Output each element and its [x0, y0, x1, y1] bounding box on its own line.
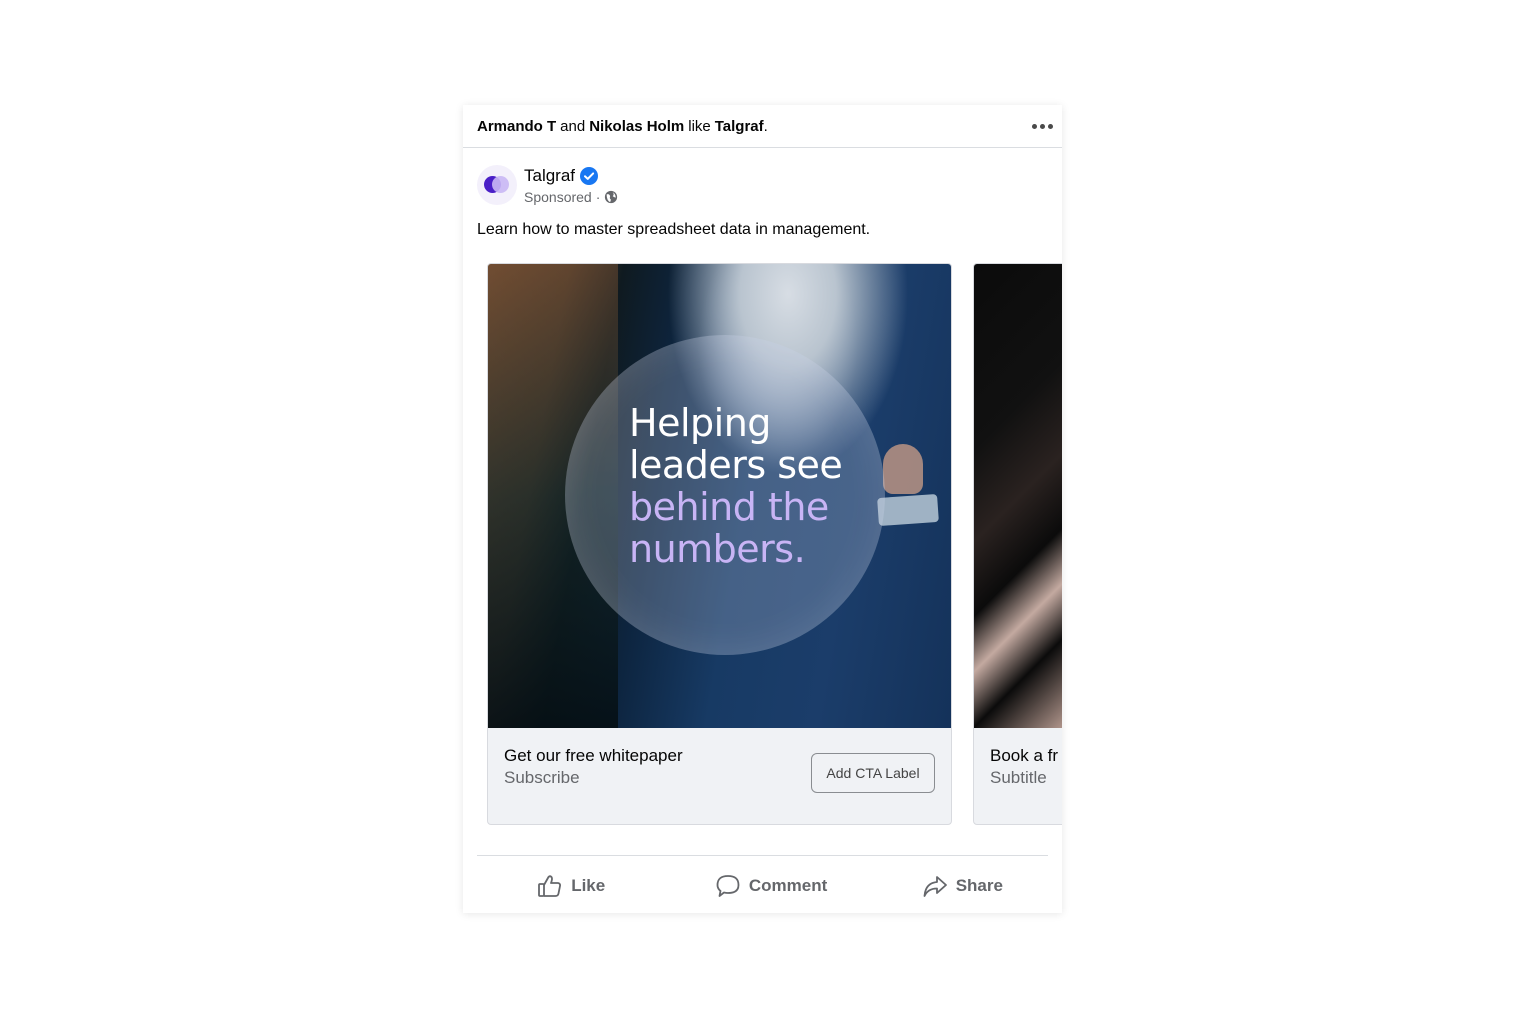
card-image[interactable]	[974, 264, 1062, 728]
more-dot-icon	[1031, 123, 1037, 129]
more-dot-icon	[1047, 123, 1053, 129]
meta-separator: ·	[595, 188, 601, 205]
post-caption: Learn how to master spreadsheet data in …	[477, 221, 871, 238]
like-button[interactable]: Like	[477, 865, 665, 907]
card-footer: Get our free whitepaper Subscribe Add CT…	[488, 728, 951, 824]
card-image[interactable]: Helping leaders see behind the numbers.	[488, 264, 951, 728]
share-label: Share	[955, 876, 1003, 895]
logo-circle-light	[492, 176, 509, 193]
comment-bubble-icon	[716, 875, 740, 897]
page-name[interactable]: Talgraf	[524, 166, 575, 186]
share-arrow-icon	[923, 876, 947, 897]
comment-label: Comment	[748, 876, 828, 895]
sponsored-row: Sponsored ·	[524, 189, 618, 205]
liked-page-name[interactable]: Talgraf	[715, 118, 764, 135]
verified-badge-icon	[580, 166, 599, 185]
headline-line: Helping	[629, 401, 771, 445]
card-subtitle: Subscribe	[504, 768, 580, 787]
like-label: Like	[571, 876, 606, 895]
cta-button[interactable]: Add CTA Label	[811, 753, 935, 793]
headline-accent-line: behind the	[629, 485, 829, 529]
liker-name-1[interactable]: Armando T	[477, 118, 556, 135]
social-period: .	[763, 117, 768, 135]
globe-icon[interactable]	[604, 190, 618, 204]
comment-button[interactable]: Comment	[665, 865, 876, 907]
card-title: Book a fr	[990, 746, 1059, 765]
headline-line: leaders see	[629, 443, 843, 487]
share-button[interactable]: Share	[877, 865, 1048, 907]
post-meta: Talgraf Sponsored ·	[524, 166, 618, 205]
ad-post: Armando T and Nikolas Holm like Talgraf …	[463, 105, 1062, 913]
social-conjunction: and	[560, 117, 586, 135]
image-hand	[883, 444, 923, 494]
actions-divider	[477, 855, 1048, 856]
social-context-bar: Armando T and Nikolas Holm like Talgraf …	[463, 105, 1062, 148]
card-footer: Book a fr Subtitle	[974, 728, 1062, 824]
image-tablet	[877, 493, 939, 527]
headline-accent-line: numbers.	[629, 527, 806, 571]
social-verb: like	[688, 117, 711, 135]
carousel-card-next[interactable]: Book a fr Subtitle	[973, 263, 1062, 825]
image-headline: Helping leaders see behind the numbers.	[629, 402, 869, 570]
action-bar: Like Comment Share	[477, 865, 1048, 907]
card-subtitle: Subtitle	[990, 768, 1047, 787]
carousel-card[interactable]: Helping leaders see behind the numbers. …	[487, 263, 952, 825]
thumbs-up-icon	[538, 875, 562, 897]
page-avatar[interactable]	[477, 165, 517, 205]
card-title: Get our free whitepaper	[504, 746, 683, 765]
more-dot-icon	[1039, 123, 1045, 129]
sponsored-label[interactable]: Sponsored	[524, 189, 592, 205]
page-name-row: Talgraf	[524, 166, 618, 186]
post-header: Talgraf Sponsored ·	[477, 165, 618, 205]
more-options-button[interactable]	[1030, 116, 1054, 136]
liker-name-2[interactable]: Nikolas Holm	[589, 118, 684, 135]
